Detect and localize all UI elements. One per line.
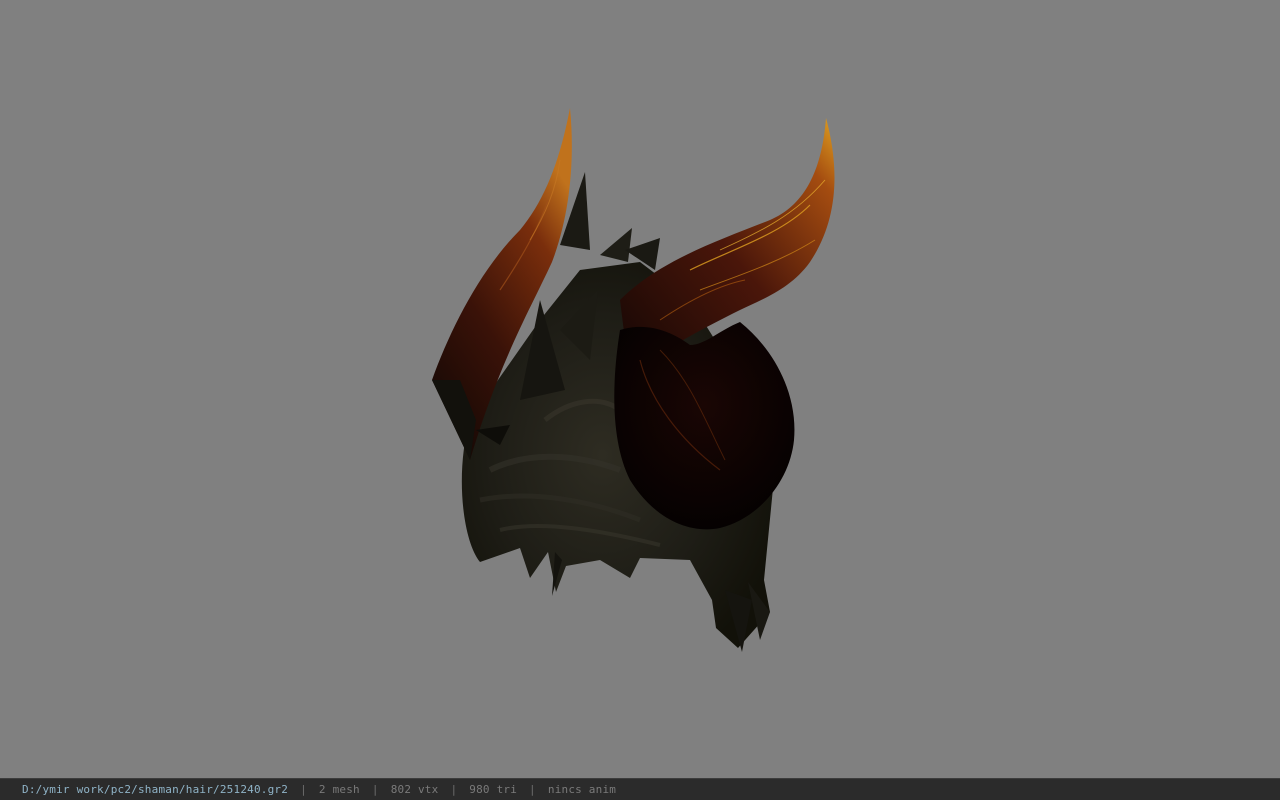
status-bar: D:/ymir work/pc2/shaman/hair/251240.gr2 … (0, 778, 1280, 800)
separator: | (450, 783, 458, 796)
animation-status: nincs anim (547, 783, 617, 796)
separator: | (371, 783, 379, 796)
triangle-count: 980 tri (469, 783, 518, 796)
3d-viewport[interactable] (0, 0, 1280, 778)
file-path: D:/ymir work/pc2/shaman/hair/251240.gr2 (22, 783, 289, 796)
hair-model-render[interactable] (0, 0, 1280, 778)
back-spikes (560, 172, 660, 270)
separator: | (300, 783, 307, 796)
mesh-count: 2 mesh (318, 783, 360, 796)
vertex-count: 802 vtx (390, 783, 439, 796)
separator: | (529, 783, 536, 796)
